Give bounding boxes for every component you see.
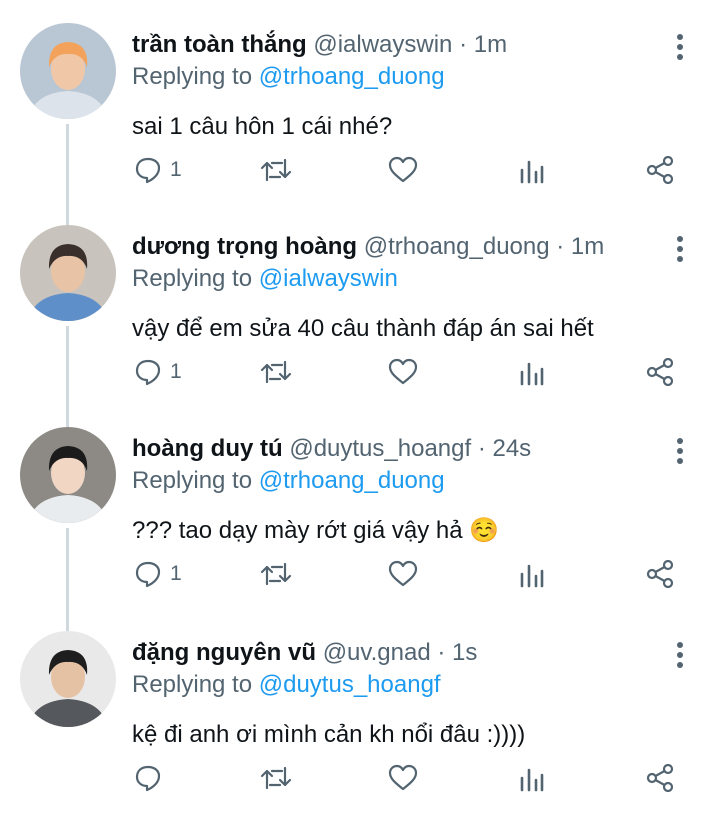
avatar[interactable]	[20, 225, 116, 321]
reply-button[interactable]: 1	[134, 554, 182, 594]
retweet-button[interactable]	[259, 352, 293, 392]
reply-icon	[135, 157, 161, 184]
tweet[interactable]: trần toàn thắng @ialwayswin · 1m Replyin…	[0, 0, 720, 202]
heart-icon	[388, 764, 418, 791]
like-button[interactable]	[388, 150, 418, 190]
tweet-text: vậy để em sửa 40 câu thành đáp án sai hế…	[132, 315, 594, 342]
analytics-button[interactable]	[519, 150, 545, 190]
heart-icon	[388, 560, 418, 587]
reply-icon	[135, 561, 161, 588]
reply-count: 1	[170, 360, 182, 383]
reply-button[interactable]	[134, 758, 170, 798]
replying-to-prefix: Replying to	[132, 671, 253, 698]
replying-to-handle[interactable]: @ialwayswin	[259, 265, 398, 292]
separator-dot: ·	[471, 435, 493, 462]
more-icon[interactable]	[668, 234, 692, 264]
action-bar	[0, 758, 720, 798]
analytics-icon	[520, 160, 544, 184]
analytics-button[interactable]	[519, 758, 545, 798]
retweet-icon	[260, 360, 292, 384]
like-button[interactable]	[388, 758, 418, 798]
tweet-header: trần toàn thắng @ialwayswin · 1m	[132, 30, 507, 60]
timestamp[interactable]: 1m	[571, 233, 604, 260]
timestamp[interactable]: 24s	[492, 435, 531, 462]
more-icon[interactable]	[668, 436, 692, 466]
heart-icon	[388, 156, 418, 183]
share-button[interactable]	[645, 554, 675, 594]
like-button[interactable]	[388, 554, 418, 594]
reply-count: 1	[170, 158, 182, 181]
analytics-icon	[520, 768, 544, 792]
replying-to-handle[interactable]: @trhoang_duong	[259, 467, 445, 494]
display-name[interactable]: dương trọng hoàng	[132, 233, 357, 260]
retweet-button[interactable]	[259, 554, 293, 594]
tweet[interactable]: dương trọng hoàng @trhoang_duong · 1m Re…	[0, 202, 720, 404]
display-name[interactable]: đặng nguyên vũ	[132, 639, 316, 666]
avatar[interactable]	[20, 23, 116, 119]
user-handle[interactable]: @ialwayswin	[313, 31, 452, 58]
avatar[interactable]	[20, 427, 116, 523]
tweet-header: dương trọng hoàng @trhoang_duong · 1m	[132, 232, 604, 262]
action-bar: 1	[0, 554, 720, 594]
more-icon[interactable]	[668, 32, 692, 62]
tweet[interactable]: đặng nguyên vũ @uv.gnad · 1s Replying to…	[0, 608, 720, 810]
replying-to-prefix: Replying to	[132, 63, 253, 90]
replying-to-line: Replying to @ialwayswin	[132, 264, 398, 294]
more-icon[interactable]	[668, 640, 692, 670]
separator-dot: ·	[452, 31, 474, 58]
analytics-button[interactable]	[519, 352, 545, 392]
action-bar: 1	[0, 150, 720, 190]
tweet-text: sai 1 câu hôn 1 cái nhé?	[132, 113, 393, 140]
retweet-icon	[260, 766, 292, 790]
reply-count: 1	[170, 562, 182, 585]
share-icon	[646, 156, 674, 184]
replying-to-handle[interactable]: @trhoang_duong	[259, 63, 445, 90]
retweet-button[interactable]	[259, 150, 293, 190]
replying-to-prefix: Replying to	[132, 467, 253, 494]
share-button[interactable]	[645, 758, 675, 798]
tweet-header: đặng nguyên vũ @uv.gnad · 1s	[132, 638, 477, 668]
user-handle[interactable]: @duytus_hoangf	[289, 435, 471, 462]
replying-to-prefix: Replying to	[132, 265, 253, 292]
like-button[interactable]	[388, 352, 418, 392]
replying-to-line: Replying to @trhoang_duong	[132, 62, 445, 92]
analytics-button[interactable]	[519, 554, 545, 594]
share-button[interactable]	[645, 150, 675, 190]
timestamp[interactable]: 1m	[474, 31, 507, 58]
retweet-icon	[260, 562, 292, 586]
reply-icon	[135, 359, 161, 386]
share-icon	[646, 358, 674, 386]
separator-dot: ·	[430, 639, 453, 666]
user-handle[interactable]: @trhoang_duong	[364, 233, 550, 260]
analytics-icon	[520, 564, 544, 588]
replying-to-line: Replying to @trhoang_duong	[132, 466, 445, 496]
reply-button[interactable]: 1	[134, 352, 182, 392]
heart-icon	[388, 358, 418, 385]
tweet-header: hoàng duy tú @duytus_hoangf · 24s	[132, 434, 531, 464]
retweet-button[interactable]	[259, 758, 293, 798]
timestamp[interactable]: 1s	[452, 639, 477, 666]
user-handle[interactable]: @uv.gnad	[323, 639, 431, 666]
share-button[interactable]	[645, 352, 675, 392]
retweet-icon	[260, 158, 292, 182]
reply-icon	[135, 765, 161, 792]
tweet-text: kệ đi anh ơi mình cản kh nổi đâu :))))	[132, 721, 526, 748]
share-icon	[646, 764, 674, 792]
display-name[interactable]: hoàng duy tú	[132, 435, 283, 462]
tweet[interactable]: hoàng duy tú @duytus_hoangf · 24s Replyi…	[0, 404, 720, 606]
replying-to-handle[interactable]: @duytus_hoangf	[259, 671, 441, 698]
share-icon	[646, 560, 674, 588]
separator-dot: ·	[549, 233, 571, 260]
replying-to-line: Replying to @duytus_hoangf	[132, 670, 441, 700]
tweet-text: ??? tao dạy mày rớt giá vậy hả ☺️	[132, 517, 500, 544]
analytics-icon	[520, 362, 544, 386]
avatar[interactable]	[20, 631, 116, 727]
reply-button[interactable]: 1	[134, 150, 182, 190]
action-bar: 1	[0, 352, 720, 392]
display-name[interactable]: trần toàn thắng	[132, 31, 307, 58]
